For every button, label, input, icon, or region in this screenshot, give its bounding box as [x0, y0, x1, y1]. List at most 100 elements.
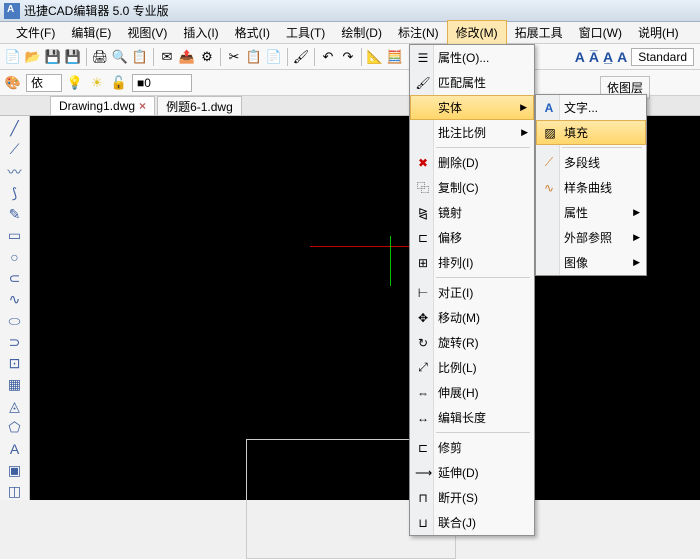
paste-icon[interactable]: 📄 [265, 48, 283, 66]
hatch-icon[interactable]: ▦ [6, 376, 24, 393]
redo-icon[interactable]: ↷ [339, 48, 357, 66]
menu-move[interactable]: ✥移动(M) [410, 305, 534, 330]
menu-modify[interactable]: 修改(M) [447, 20, 507, 45]
pline-icon[interactable]: 〰 [6, 163, 24, 181]
label: 延伸(D) [438, 464, 479, 481]
tab-drawing1[interactable]: Drawing1.dwg× [50, 96, 155, 115]
arc-icon[interactable]: ⟆ [6, 185, 24, 202]
text-icon[interactable]: A [6, 440, 24, 457]
circle-icon[interactable]: ○ [6, 248, 24, 265]
settings-icon[interactable]: ⚙ [198, 48, 216, 66]
menu-rotate[interactable]: ↻旋转(R) [410, 330, 534, 355]
submenu-spline[interactable]: ∿样条曲线 [536, 175, 646, 200]
menu-ext[interactable]: 拓展工具 [507, 21, 571, 44]
menu-annot[interactable]: 标注(N) [390, 21, 447, 44]
close-icon[interactable]: × [139, 99, 146, 113]
tab-example[interactable]: 例题6-1.dwg [157, 96, 242, 115]
earc-icon[interactable]: ⊃ [6, 334, 24, 351]
poly-icon[interactable]: ⬠ [6, 419, 24, 436]
brush-icon[interactable]: 🖌 [292, 48, 310, 66]
text-a4-icon[interactable]: A [617, 49, 627, 65]
submenu-text[interactable]: A文字... [536, 95, 646, 120]
menu-help[interactable]: 说明(H) [630, 21, 687, 44]
spline-icon[interactable]: ∿ [6, 291, 24, 308]
ellipse-icon[interactable]: ⬭ [6, 312, 24, 329]
undo-icon[interactable]: ↶ [319, 48, 337, 66]
line-icon[interactable]: ╱ [6, 120, 24, 137]
menu-join[interactable]: ⊔联合(J) [410, 510, 534, 535]
submenu-image[interactable]: 图像▶ [536, 250, 646, 275]
measure-icon[interactable]: 📐 [366, 48, 384, 66]
app-title: 迅捷CAD编辑器 5.0 专业版 [24, 2, 169, 19]
ray-icon[interactable]: ⟋ [6, 141, 24, 158]
separator [436, 277, 530, 278]
export-icon[interactable]: 📤 [178, 48, 196, 66]
text-a3-icon[interactable]: A̲ [603, 49, 613, 65]
open-icon[interactable]: 📂 [24, 48, 42, 66]
menu-window[interactable]: 窗口(W) [571, 21, 630, 44]
calc-icon[interactable]: 🧮 [386, 48, 404, 66]
text-a-icon[interactable]: A [575, 49, 585, 65]
tab-label: 例题6-1.dwg [166, 98, 233, 115]
block-icon[interactable]: ▣ [6, 461, 24, 478]
menu-extend[interactable]: ⟶延伸(D) [410, 460, 534, 485]
submenu-fill[interactable]: ▨填充 [536, 120, 646, 145]
menu-stretch[interactable]: ⇔伸展(H) [410, 380, 534, 405]
style-combo[interactable]: Standard [631, 48, 694, 66]
menu-scale[interactable]: ⤢比例(L) [410, 355, 534, 380]
layer-combo[interactable]: ■ 0 [132, 74, 192, 92]
label: 修剪 [438, 439, 462, 456]
separator [287, 48, 288, 66]
menu-mirror[interactable]: ⧎镜射 [410, 200, 534, 225]
menu-entity[interactable]: 实体▶ [410, 95, 534, 120]
menu-offset[interactable]: ⊏偏移 [410, 225, 534, 250]
region-icon[interactable]: ◬ [6, 398, 24, 415]
properties-icon: ☰ [415, 51, 431, 65]
text-a2-icon[interactable]: A̅ [589, 49, 599, 65]
menu-edit[interactable]: 编辑(E) [63, 21, 119, 44]
label: 文字... [564, 99, 598, 116]
menu-copy[interactable]: ⿻复制(C) [410, 175, 534, 200]
menu-properties[interactable]: ☰属性(O)... [410, 45, 534, 70]
color-combo[interactable]: 依 [26, 74, 62, 92]
submenu-attr[interactable]: 属性▶ [536, 200, 646, 225]
menu-align[interactable]: ⊢对正(I) [410, 280, 534, 305]
cut-icon[interactable]: ✂ [225, 48, 243, 66]
lock-icon[interactable]: 🔓 [110, 74, 128, 92]
print-icon[interactable]: 🖨 [91, 48, 109, 66]
pencil-icon[interactable]: ✎ [6, 206, 24, 223]
arrow-icon: ▶ [633, 232, 640, 243]
insert-icon[interactable]: ◫ [6, 483, 24, 500]
bulb-icon[interactable]: 💡 [66, 74, 84, 92]
save-icon[interactable]: 💾 [44, 48, 62, 66]
separator [153, 48, 154, 66]
new-icon[interactable]: 📄 [4, 48, 22, 66]
menu-insert[interactable]: 插入(I) [175, 21, 226, 44]
menu-file[interactable]: 文件(F) [8, 21, 63, 44]
saveas-icon[interactable]: 💾 [64, 48, 82, 66]
menu-delete[interactable]: ✖删除(D) [410, 150, 534, 175]
arc2-icon[interactable]: ⊂ [6, 270, 24, 287]
menu-tool[interactable]: 工具(T) [278, 21, 333, 44]
sun-icon[interactable]: ☀ [88, 74, 106, 92]
menu-format[interactable]: 格式(I) [227, 21, 278, 44]
rect-icon[interactable]: ▭ [6, 227, 24, 244]
preview-icon[interactable]: 🔍 [111, 48, 129, 66]
label: 匹配属性 [438, 74, 486, 91]
menu-break[interactable]: ⊓断开(S) [410, 485, 534, 510]
copy-icon[interactable]: 📋 [245, 48, 263, 66]
submenu-pline[interactable]: ⟋多段线 [536, 150, 646, 175]
separator [220, 48, 221, 66]
menu-array[interactable]: ⊞排列(I) [410, 250, 534, 275]
submenu-xref[interactable]: 外部参照▶ [536, 225, 646, 250]
menu-annoscale[interactable]: 批注比例▶ [410, 120, 534, 145]
palette-icon[interactable]: 🎨 [4, 74, 22, 92]
point-icon[interactable]: ⊡ [6, 355, 24, 372]
menu-match[interactable]: 🖌匹配属性 [410, 70, 534, 95]
plot-icon[interactable]: 📋 [131, 48, 149, 66]
menu-trim[interactable]: ⊏修剪 [410, 435, 534, 460]
menu-view[interactable]: 视图(V) [119, 21, 175, 44]
menu-draw[interactable]: 绘制(D) [333, 21, 390, 44]
email-icon[interactable]: ✉ [158, 48, 176, 66]
menu-lengthen[interactable]: ↔编辑长度 [410, 405, 534, 430]
